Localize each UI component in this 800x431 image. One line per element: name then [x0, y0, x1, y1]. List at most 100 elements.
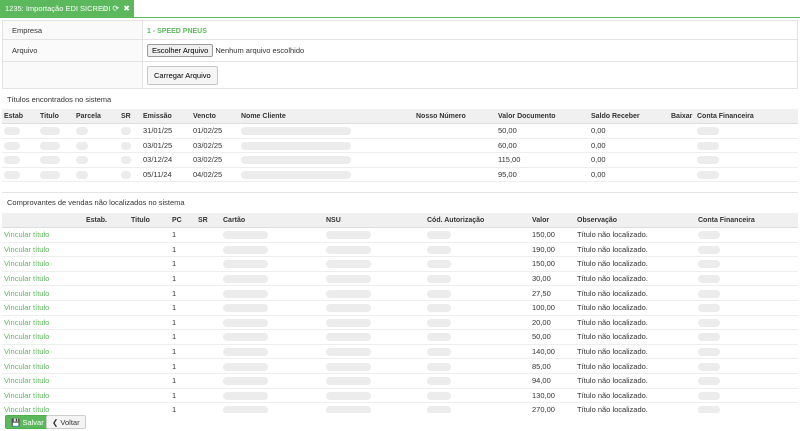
redacted-cell: [196, 256, 221, 272]
vincular-titulo-link[interactable]: Vincular título: [2, 300, 84, 316]
vincular-titulo-link[interactable]: Vincular título: [2, 271, 84, 287]
redacted-cell: [129, 256, 170, 272]
col-baixar: Baixar: [669, 109, 695, 124]
vincular-titulo-link[interactable]: Vincular título: [2, 256, 84, 272]
redaction-mark: [121, 156, 131, 165]
redacted-cell: [239, 152, 414, 168]
col-emissao: Emissão: [141, 109, 191, 124]
redacted-cell: [2, 123, 38, 139]
table-cell: 03/02/25: [191, 152, 239, 168]
col-titulo: Titulo: [38, 109, 74, 124]
redacted-cell: [696, 315, 798, 331]
redacted-cell: [696, 388, 798, 404]
redacted-cell: [221, 242, 324, 258]
redacted-cell: [324, 358, 425, 374]
tab-importacao-edi[interactable]: 1235: Importação EDI SICREDI ☆ ⟳ ✖: [0, 0, 134, 17]
redacted-cell: [425, 315, 530, 331]
table-row: 31/01/25 01/02/25 50,00 0,00: [2, 123, 798, 139]
table-row: 03/01/25 03/02/25 60,00 0,00: [2, 138, 798, 154]
table-cell: 1: [170, 285, 196, 301]
back-label: Voltar: [60, 417, 80, 427]
vincular-titulo-link[interactable]: Vincular título: [2, 242, 84, 258]
table-row: Vincular título 1 140,00 Título não localiz…: [2, 344, 798, 360]
redacted-cell: [84, 242, 129, 258]
redaction-mark: [121, 127, 131, 136]
table-row: Vincular título 1 100,00 Título não localiz…: [2, 300, 798, 316]
redacted-cell: [425, 373, 530, 389]
table-cell: Título não localizado.: [575, 256, 696, 272]
vincular-titulo-link[interactable]: Vincular título: [2, 329, 84, 345]
redacted-cell: [129, 315, 170, 331]
redaction-mark: [427, 304, 451, 313]
redaction-mark: [698, 304, 720, 313]
table-cell: 04/02/25: [191, 167, 239, 183]
redaction-mark: [40, 171, 60, 180]
table-cell: 1: [170, 315, 196, 331]
redacted-cell: [239, 138, 414, 154]
redaction-mark: [223, 231, 268, 240]
redacted-cell: [2, 138, 38, 154]
redacted-cell: [84, 227, 129, 243]
table-cell: Título não localizado.: [575, 344, 696, 360]
table-cell: 1: [170, 373, 196, 389]
redaction-mark: [326, 391, 371, 400]
redaction-mark: [241, 156, 351, 165]
vincular-titulo-link[interactable]: Vincular título: [2, 373, 84, 389]
back-button[interactable]: ❮ Voltar: [46, 415, 86, 429]
redacted-cell: [696, 300, 798, 316]
vincular-titulo-link[interactable]: Vincular título: [2, 344, 84, 360]
save-button[interactable]: 💾 Salvar: [5, 415, 50, 429]
table-cell: 1: [170, 388, 196, 404]
redacted-cell: [196, 300, 221, 316]
redacted-cell: [196, 271, 221, 287]
table-row: Vincular título 1 30,00 Título não localiza…: [2, 271, 798, 287]
redaction-mark: [223, 318, 268, 327]
vincular-titulo-link[interactable]: Vincular título: [2, 358, 84, 374]
table-cell: 1: [170, 344, 196, 360]
table-cell: Título não localizado.: [575, 227, 696, 243]
redacted-cell: [196, 329, 221, 345]
redacted-cell: [119, 167, 141, 183]
vincular-titulo-link[interactable]: Vincular título: [2, 285, 84, 301]
redacted-cell: [221, 373, 324, 389]
vincular-titulo-link[interactable]: Vincular título: [2, 315, 84, 331]
table-row: 05/11/24 04/02/25 95,00 0,00: [2, 167, 798, 183]
redacted-cell: [669, 138, 695, 154]
redacted-cell: [129, 227, 170, 243]
table-cell: Título não localizado.: [575, 315, 696, 331]
choose-file-button[interactable]: Escolher Arquivo: [147, 44, 214, 57]
tab-action-icons[interactable]: ☆ ⟳ ✖: [101, 0, 131, 17]
redacted-cell: [129, 329, 170, 345]
table-row: Vincular título 1 85,00 Título não localiza…: [2, 358, 798, 374]
table-cell: 27,50: [530, 285, 575, 301]
redaction-mark: [40, 127, 60, 136]
table-cell: 1: [170, 271, 196, 287]
vincular-titulo-link[interactable]: Vincular título: [2, 388, 84, 404]
empresa-label: Empresa: [2, 20, 143, 40]
redacted-cell: [84, 373, 129, 389]
load-file-button[interactable]: Carregar Arquivo: [147, 65, 218, 85]
table-cell: 1: [170, 227, 196, 243]
redaction-mark: [698, 318, 720, 327]
table-cell: 1: [170, 329, 196, 345]
redacted-cell: [425, 256, 530, 272]
table-cell: 1: [170, 256, 196, 272]
redaction-mark: [223, 289, 268, 298]
table-cell: 150,00: [530, 256, 575, 272]
table-row: 03/12/24 03/02/25 115,00 0,00: [2, 152, 798, 168]
col-valor: Valor: [530, 213, 575, 228]
redaction-mark: [698, 275, 720, 284]
redacted-cell: [324, 315, 425, 331]
redacted-cell: [221, 329, 324, 345]
redaction-mark: [241, 127, 351, 136]
vincular-titulo-link[interactable]: Vincular título: [2, 227, 84, 243]
redaction-mark: [698, 289, 720, 298]
table-cell: Título não localizado.: [575, 271, 696, 287]
redacted-cell: [696, 256, 798, 272]
table-cell: 0,00: [589, 123, 669, 139]
redacted-cell: [696, 242, 798, 258]
redacted-cell: [324, 388, 425, 404]
redacted-cell: [669, 123, 695, 139]
redacted-cell: [196, 242, 221, 258]
redaction-mark: [223, 377, 268, 386]
